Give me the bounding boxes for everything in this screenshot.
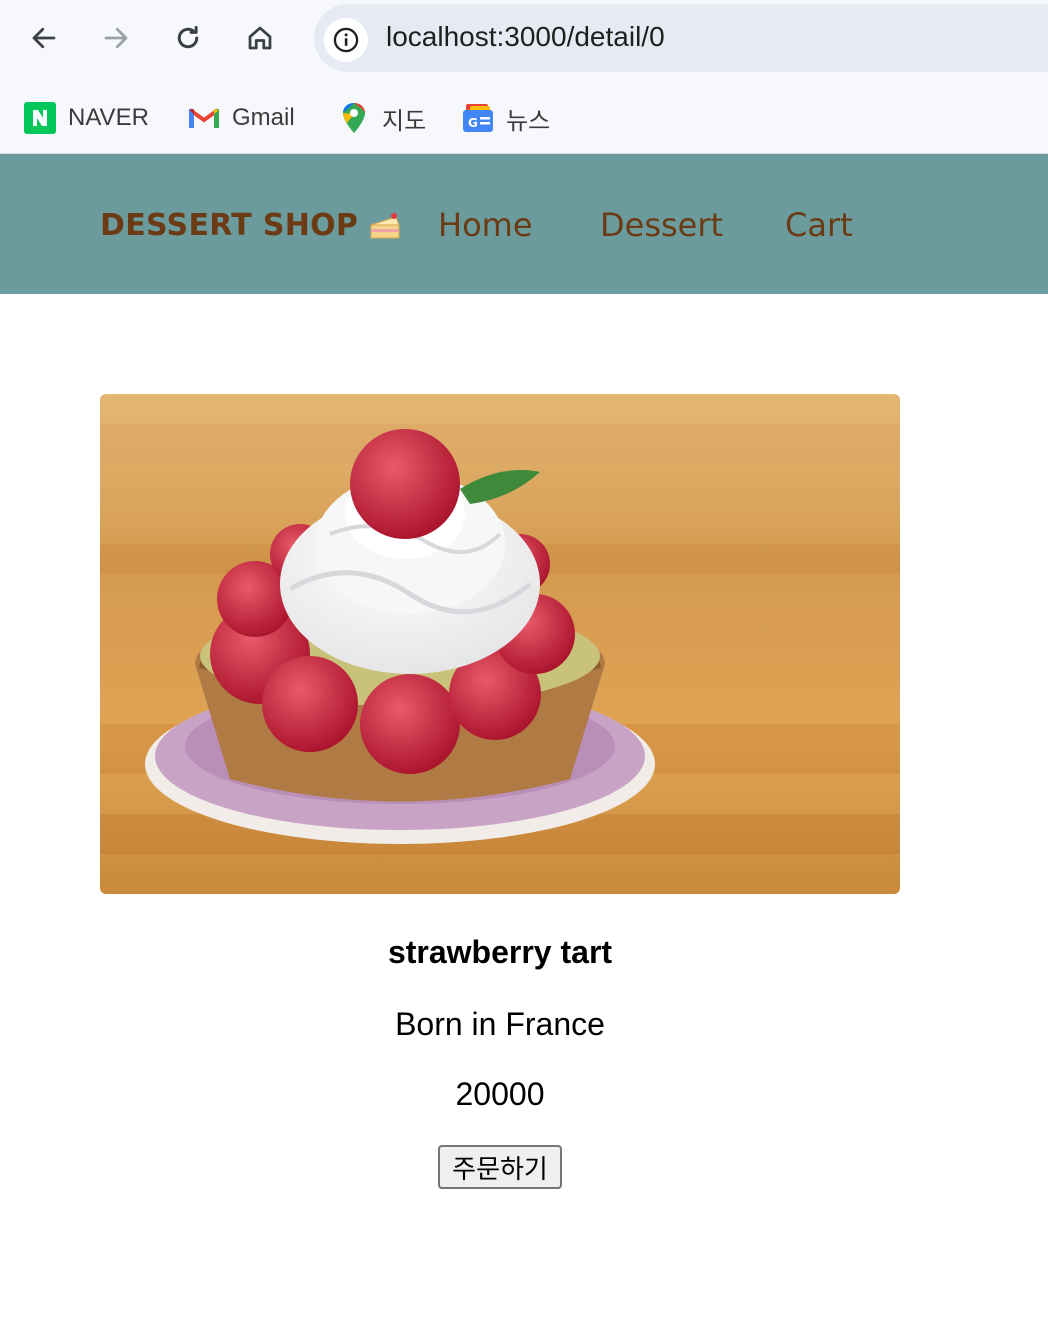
bookmarks-bar: NAVER Gmail 지도 G 뉴스 [0,78,1048,154]
reload-icon [177,25,199,49]
order-button[interactable]: 주문하기 [438,1145,562,1189]
home-icon [248,26,272,50]
product-image [100,394,900,894]
svg-text:G: G [468,116,478,130]
cake-icon [370,212,400,238]
nav-link-cart[interactable]: Cart [785,206,853,244]
home-button[interactable] [240,18,280,58]
bookmark-label: 지도 [382,107,427,135]
info-icon [333,27,359,53]
reload-button[interactable] [168,18,208,58]
news-icon: G [462,102,494,134]
strawberry-tart-photo [100,394,900,894]
gmail-icon [188,102,220,134]
brand-name: DESSERT SHOP [100,208,359,243]
nav-link-dessert[interactable]: Dessert [600,206,723,244]
product-title: strawberry tart [387,934,613,970]
arrow-right-icon [104,27,128,49]
bookmark-label: NAVER [68,104,149,131]
product-price: 20000 [455,1076,545,1112]
back-button[interactable] [24,18,64,58]
site-info-button[interactable] [324,18,368,62]
address-bar[interactable]: localhost:3000/detail/0 [314,4,1048,72]
bookmark-label: 뉴스 [506,107,551,135]
bookmark-label: Gmail [232,104,295,131]
maps-icon [338,102,370,134]
arrow-left-icon [32,27,56,49]
browser-toolbar: localhost:3000/detail/0 [0,0,1048,78]
bookmark-maps[interactable]: 지도 [338,102,427,135]
product-description: Born in France [395,1006,605,1042]
bookmark-gmail[interactable]: Gmail [188,102,295,134]
forward-button[interactable] [96,18,136,58]
bookmark-news[interactable]: G 뉴스 [462,102,551,135]
nav-link-home[interactable]: Home [438,206,533,244]
url-text[interactable]: localhost:3000/detail/0 [386,21,665,53]
bookmark-naver[interactable]: NAVER [24,102,149,134]
naver-icon [24,102,56,134]
site-navbar: DESSERT SHOP Home Dessert Cart [0,154,1048,294]
brand-link[interactable]: DESSERT SHOP [100,208,402,243]
